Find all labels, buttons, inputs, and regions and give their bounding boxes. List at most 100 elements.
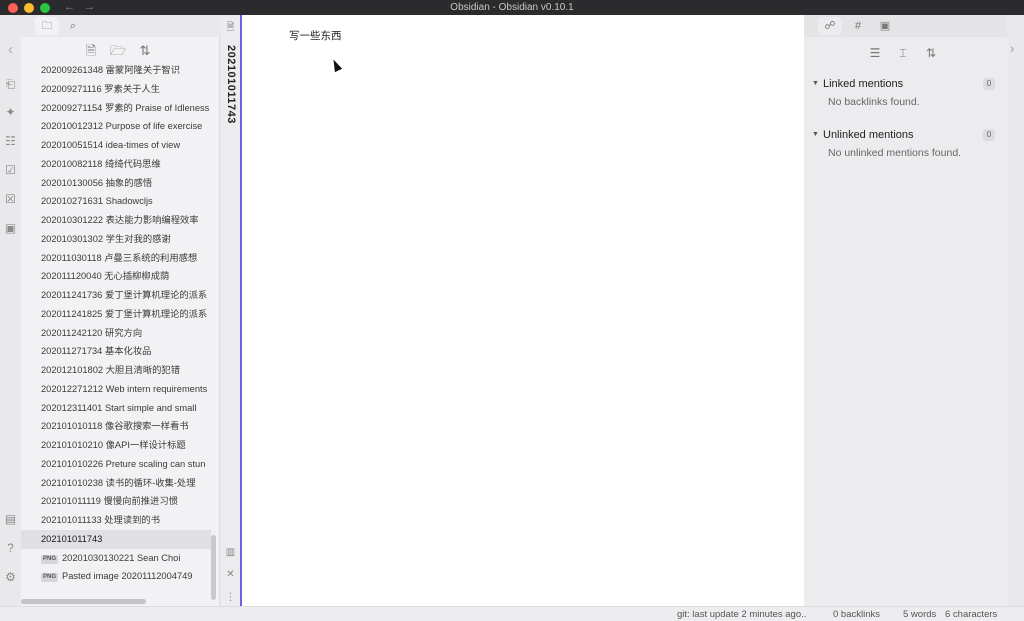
file-item[interactable]: 202011271734 基本化妆品: [21, 342, 211, 361]
templates-icon[interactable]: ☷: [3, 134, 18, 149]
file-list-vertical-scrollbar[interactable]: [211, 535, 216, 600]
file-item[interactable]: 202101010118 像谷歌搜索一样看书: [21, 417, 211, 436]
chevron-down-icon: ▼: [812, 131, 819, 138]
file-item[interactable]: 202011242120 研究方向: [21, 324, 211, 343]
file-item[interactable]: 202011120040 无心插柳柳成荫: [21, 267, 211, 286]
file-item-label: 202010130056 抽象的感悟: [41, 177, 153, 188]
file-item-label: 202012101802 大胆且清晰的犯错: [41, 365, 181, 375]
file-item[interactable]: 202010012312 Purpose of life exercise: [21, 117, 211, 136]
file-item-label: 202101010210 像API一样设计标题: [41, 440, 186, 450]
file-item-label: Pasted image 20201112004749: [62, 571, 193, 582]
file-item-label: 202009271154 罗素的 Praise of Idleness: [41, 102, 210, 113]
file-item[interactable]: 202101010238 读书的循环-收集-处理: [21, 474, 211, 493]
sort-icon[interactable]: ⇅: [923, 45, 939, 61]
graph-view-icon[interactable]: ✦: [3, 105, 18, 120]
file-item-label: 202011120040 无心插柳柳成荫: [41, 271, 170, 282]
backlinks-icon[interactable]: ☍: [818, 17, 842, 35]
file-item[interactable]: 202012311401 Start simple and small: [21, 399, 211, 418]
file-item[interactable]: 202010271631 Shadowcljs: [21, 192, 211, 211]
unlinked-mentions-header[interactable]: ▼ Unlinked mentions 0: [804, 126, 1007, 144]
folder-icon[interactable]: 🗀: [35, 17, 59, 35]
file-item-label: 202010301302 学生对我的感谢: [41, 233, 171, 244]
archive-icon[interactable]: ☒: [3, 192, 18, 207]
git-status: git: last update 2 minutes ago..: [677, 609, 807, 620]
new-folder-icon[interactable]: 🗁: [110, 43, 126, 59]
tab-header[interactable]: 🗎 202101011743 ▥ ✕ ⋮: [221, 15, 240, 606]
file-item[interactable]: 202010301222 表达能力影响编程效率: [21, 211, 211, 230]
sort-icon[interactable]: ⇅: [137, 43, 153, 59]
right-sidebar-tabs: ☍ # ▣: [804, 15, 1007, 37]
calendar-icon[interactable]: ▣: [3, 221, 18, 236]
expand-right-sidebar-icon[interactable]: ›: [1010, 41, 1014, 56]
file-item-label: 202011241825 爱丁堡计算机理论的派系: [41, 308, 208, 319]
linked-mentions-section: ▼ Linked mentions 0 No backlinks found.: [804, 75, 1007, 108]
file-item[interactable]: 202012101802 大胆且清晰的犯错: [21, 361, 211, 380]
file-item-label: 202012311401 Start simple and small: [41, 402, 197, 413]
file-item-label: 202012271212 Web intern requirements: [41, 383, 208, 394]
close-icon[interactable]: ✕: [224, 568, 237, 581]
window-title: Obsidian - Obsidian v0.10.1: [450, 2, 574, 13]
file-item-label: 202101010238 读书的循环-收集-处理: [41, 477, 196, 488]
editor-text[interactable]: 写一些东西: [289, 28, 342, 43]
file-item-label: 202101010226 Preture scaling can stun: [41, 458, 206, 469]
tab-title[interactable]: 202101011743: [225, 45, 237, 124]
tags-icon[interactable]: #: [846, 17, 870, 35]
file-item[interactable]: 202009271116 罗素关于人生: [21, 80, 211, 99]
open-quick-switcher-icon[interactable]: ⎗: [3, 77, 18, 92]
file-item[interactable]: 202101011743: [21, 529, 211, 549]
title-bar: ← → Obsidian - Obsidian v0.10.1: [0, 0, 1024, 15]
sidebar-toggle-icon[interactable]: ▥: [224, 546, 237, 559]
backlink-count[interactable]: 0 backlinks: [833, 607, 880, 621]
help-icon[interactable]: ?: [3, 541, 18, 556]
file-item-label: 202101011119 慢慢向前推进习惯: [41, 496, 178, 507]
collapse-results-icon[interactable]: ☰: [867, 45, 883, 61]
file-item[interactable]: 202010082118 绮绮代码思维: [21, 155, 211, 174]
linked-mentions-header[interactable]: ▼ Linked mentions 0: [804, 75, 1007, 93]
chevron-down-icon: ▼: [812, 80, 819, 87]
daily-note-icon[interactable]: ☑: [3, 163, 18, 178]
unlinked-mentions-title: Unlinked mentions: [823, 129, 914, 141]
file-item[interactable]: 202101010210 像API一样设计标题: [21, 436, 211, 455]
file-item-label: 202101011133 处理读到的书: [41, 515, 161, 525]
show-more-context-icon[interactable]: ⌶: [895, 45, 911, 61]
collapse-left-sidebar-icon[interactable]: ‹: [3, 42, 18, 57]
file-item-label: 202009271116 罗素关于人生: [41, 83, 161, 94]
file-item[interactable]: 202101011119 慢慢向前推进习惯: [21, 492, 211, 511]
file-item-label: 20201030130221 Sean Choi: [62, 552, 181, 563]
backlinks-actions: ☰ ⌶ ⇅: [804, 45, 1007, 63]
file-item[interactable]: 202009261348 雷蒙阿隆关于智识: [21, 61, 211, 80]
file-item-label: 202009261348 雷蒙阿隆关于智识: [41, 65, 181, 75]
file-item[interactable]: 202011241825 爱丁堡计算机理论的派系: [21, 305, 211, 324]
calendar-icon[interactable]: ▣: [873, 17, 897, 35]
file-item[interactable]: 202010051514 idea-times of view: [21, 136, 211, 155]
settings-icon[interactable]: ⚙: [3, 570, 18, 585]
file-item-image[interactable]: PNG 20201030130221 Sean Choi: [21, 549, 211, 568]
right-ribbon: ›: [1007, 15, 1024, 606]
file-item[interactable]: 202010301302 学生对我的感谢: [21, 230, 211, 249]
file-type-badge: PNG: [41, 554, 59, 564]
unlinked-mentions-section: ▼ Unlinked mentions 0 No unlinked mentio…: [804, 126, 1007, 159]
file-item[interactable]: 202010130056 抽象的感悟: [21, 174, 211, 193]
open-vault-icon[interactable]: ▤: [3, 512, 18, 527]
file-item[interactable]: 202101011133 处理读到的书: [21, 511, 211, 530]
file-item-image[interactable]: PNG Pasted image 20201112004749: [21, 567, 211, 586]
linked-mentions-empty: No backlinks found.: [828, 96, 920, 108]
file-item-label: 202011242120 研究方向: [41, 327, 143, 338]
file-item-label: 202011030118 卢曼三系统的利用感想: [41, 252, 198, 263]
file-item[interactable]: 202011030118 卢曼三系统的利用感想: [21, 249, 211, 268]
file-item[interactable]: 202011241736 爱丁堡计算机理论的派系: [21, 286, 211, 305]
file-item[interactable]: 202012271212 Web intern requirements: [21, 380, 211, 399]
editor-pane[interactable]: 写一些东西: [242, 15, 804, 606]
file-item-label: 202011241736 爱丁堡计算机理论的派系: [41, 290, 208, 300]
unlinked-mentions-empty: No unlinked mentions found.: [828, 147, 962, 159]
more-options-icon[interactable]: ⋮: [224, 591, 237, 604]
file-item-label: 202101010118 像谷歌搜索一样看书: [41, 421, 189, 432]
word-count: 5 words: [903, 609, 937, 620]
file-item[interactable]: 202101010226 Preture scaling can stun: [21, 455, 211, 474]
file-item[interactable]: 202009271154 罗素的 Praise of Idleness: [21, 99, 211, 118]
file-list-horizontal-scrollbar[interactable]: [21, 599, 146, 604]
new-note-icon[interactable]: 🗎: [83, 43, 99, 59]
search-icon[interactable]: ⌕: [61, 17, 85, 35]
file-explorer-sidebar: 🗀 ⌕ 🗎 🗁 ⇅ 202009261348 雷蒙阿隆关于智识 202009271…: [21, 15, 220, 606]
left-sidebar-tabs: 🗀 ⌕: [21, 15, 220, 37]
